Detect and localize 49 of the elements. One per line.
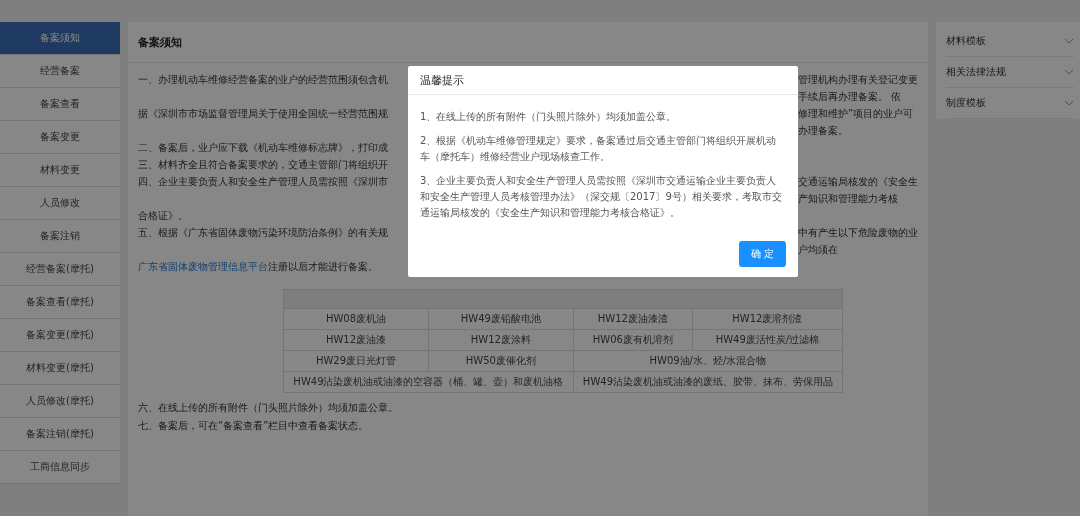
- sidebar-item[interactable]: 材料变更(摩托): [0, 352, 120, 385]
- table-cell: HW49沾染废机油或油漆的空容器（桶、罐、壶）和废机油格: [283, 371, 574, 393]
- table-cell: HW29废日光灯管: [283, 350, 429, 372]
- accordion-item[interactable]: 材料模板: [946, 26, 1074, 57]
- notice-text: 管理机构办理有关登记变更手续后再办理备案。 依: [798, 74, 918, 102]
- sidebar-item[interactable]: 备案查看: [0, 88, 120, 121]
- accordion-item[interactable]: 制度模板: [946, 88, 1074, 119]
- sidebar-item[interactable]: 备案变更(摩托): [0, 319, 120, 352]
- notice-text: 注册以后才能进行备案。: [268, 261, 378, 272]
- table-cell: HW49废活性炭/过滤棉: [692, 329, 843, 351]
- dialog-text: 1、在线上传的所有附件（门头照片除外）均须加盖公章。: [420, 110, 678, 124]
- sidebar-item[interactable]: 人员修改: [0, 187, 120, 220]
- notice-text: 据《深圳市市场监督管理局关于使用全国统一经营范围规: [138, 108, 388, 119]
- table-cell: HW09油/水、烃/水混合物: [573, 350, 843, 372]
- dialog-title: 温馨提示: [420, 72, 464, 88]
- sidebar-item[interactable]: 经营备案: [0, 55, 120, 88]
- notice-text: 七、备案后，可在“备案查看”栏目中查看备案状态。: [138, 419, 370, 433]
- notice-text: 交通运输局核发的《安全生产知识和管理能力考核: [798, 176, 918, 204]
- notice-text: 五、根据《广东省固体废物污染环境防治条例》的有关规: [138, 227, 388, 238]
- sidebar-item[interactable]: 经营备案(摩托): [0, 253, 120, 286]
- table-cell: HW12废油漆渣: [573, 308, 693, 330]
- dialog-text: 2、根据《机动车维修管理规定》要求，备案通过后交通主管部门将组织开展机动车（摩托车）维修经营业户现场核查工作。: [420, 134, 778, 164]
- table-cell: HW12废油漆: [283, 329, 429, 351]
- notice-text: 合格证》。: [138, 210, 188, 221]
- platform-link[interactable]: 广东省固体废物管理信息平台: [138, 261, 268, 272]
- notice-title: 备案须知: [138, 34, 182, 50]
- table-cell: HW06废有机溶剂: [573, 329, 693, 351]
- table-cell: HW50废催化剂: [428, 350, 574, 372]
- sidebar-item[interactable]: 备案须知: [0, 22, 120, 55]
- notice-text: 六、在线上传的所有附件（门头照片除外）均须加盖公章。: [138, 401, 399, 415]
- notice-text: 修理和维护”项目的业户可办理备案。: [798, 108, 914, 136]
- confirm-button[interactable]: 确 定: [738, 241, 786, 267]
- notice-text: 四、企业主要负责人和安全生产管理人员需按照《深圳市: [138, 176, 388, 187]
- table-cell: HW12废溶剂渣: [692, 308, 843, 330]
- sidebar-item[interactable]: 备案注销: [0, 220, 120, 253]
- sidebar-item[interactable]: 工商信息同步: [0, 451, 120, 484]
- accordion-item[interactable]: 相关法律法规: [946, 57, 1074, 88]
- sidebar-item[interactable]: 备案查看(摩托): [0, 286, 120, 319]
- sidebar-item[interactable]: 备案注销(摩托): [0, 418, 120, 451]
- notice-text: 三、材料齐全且符合备案要求的，交通主管部门将组织开: [138, 159, 388, 170]
- sidebar-item[interactable]: 人员修改(摩托): [0, 385, 120, 418]
- table-cell: HW08废机油: [283, 308, 429, 330]
- dialog-text: 3、企业主要负责人和安全生产管理人员需按照《深圳市交通运输企业主要负责人和安全生产管理人员考核管理办法》（深交规〔2017〕9号）相关要求，考取市交通运输局核发的《安全生产知识和管理能力考核合格证》。: [420, 174, 783, 220]
- sidebar-item[interactable]: 材料变更: [0, 154, 120, 187]
- notice-text: 中有产生以下危险废物的业户均须在: [798, 227, 918, 255]
- table-cell: HW49沾染废机油或油漆的废纸、胶带、抹布、劳保用品: [573, 371, 843, 393]
- sidebar-item[interactable]: 备案变更: [0, 121, 120, 154]
- table-cell: HW49废铅酸电池: [428, 308, 574, 330]
- table-cell: HW12废涂料: [428, 329, 574, 351]
